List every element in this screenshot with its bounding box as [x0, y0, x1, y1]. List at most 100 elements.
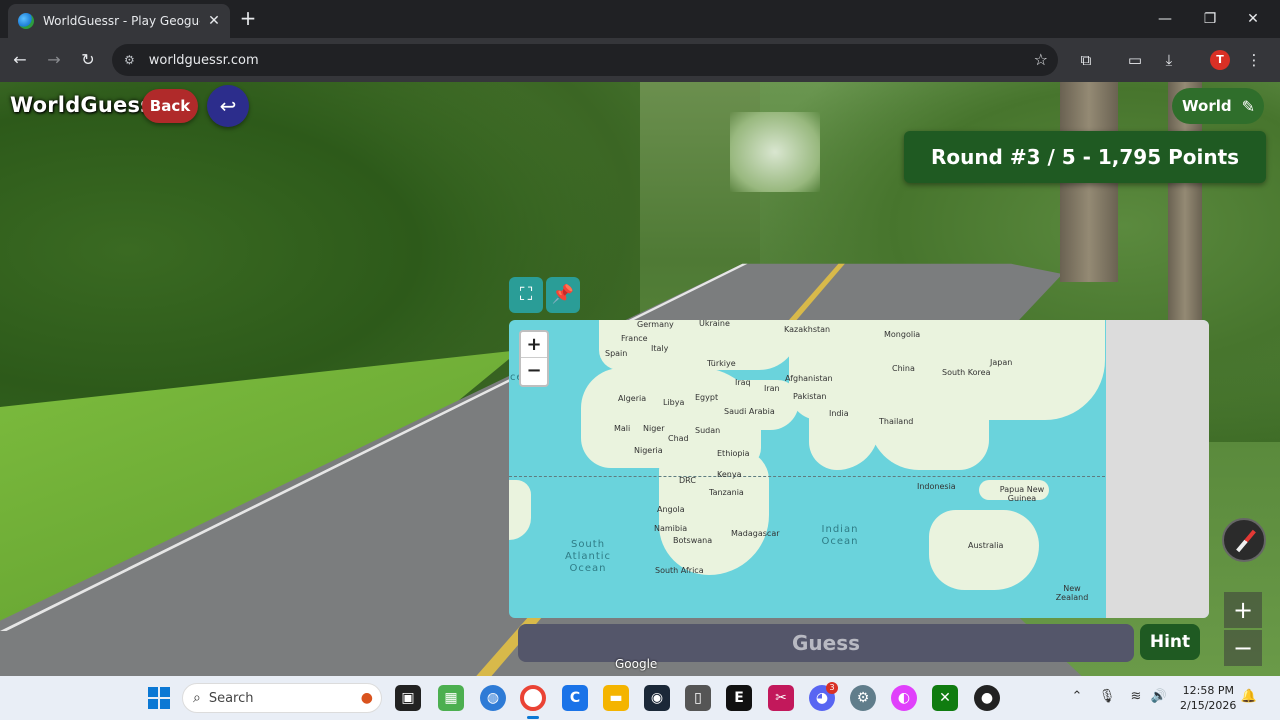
chrome-icon[interactable] — [520, 685, 546, 711]
country-label: Saudi Arabia — [724, 407, 775, 416]
country-label: Algeria — [618, 394, 647, 403]
country-label: Mali — [614, 424, 631, 433]
recording-app-icon[interactable]: ● — [974, 685, 1000, 711]
restore-button[interactable]: ❐ — [1195, 6, 1225, 32]
country-label: Angola — [657, 505, 685, 514]
globe-icon — [18, 13, 34, 29]
country-label: Türkiye — [707, 359, 736, 368]
browser-tab-bar: WorldGuessr - Play Geoguessr ✕ + — ❐ ✕ — [0, 0, 1280, 38]
windows-start-icon[interactable] — [148, 687, 170, 709]
active-app-indicator — [527, 716, 539, 719]
task-view-icon[interactable]: ▣ — [395, 685, 421, 711]
australia-land — [929, 510, 1039, 590]
compass-needle — [1236, 529, 1256, 553]
xbox-icon[interactable]: ✕ — [932, 685, 958, 711]
forward-arrow-icon[interactable]: → — [42, 48, 66, 72]
south-america-edge — [509, 480, 531, 540]
streetview-zoom-in-button[interactable]: + — [1224, 592, 1262, 628]
round-banner: Round #3 / 5 - 1,795 Points — [904, 131, 1266, 183]
clock-date: 2/15/2026 — [1180, 699, 1237, 712]
taskbar-search[interactable]: ⌕ Search ● — [182, 683, 382, 713]
ocean-label: South Atlantic Ocean — [564, 539, 612, 574]
cast-icon[interactable]: ▭ — [1123, 48, 1147, 72]
discord-badge: 3 — [826, 682, 838, 694]
country-label: Japan — [990, 358, 1013, 367]
sky-patch — [730, 112, 820, 192]
country-label: Spain — [605, 349, 628, 358]
arabia-land — [719, 380, 799, 430]
download-icon[interactable]: ⤓ — [1157, 48, 1181, 72]
close-window-button[interactable]: ✕ — [1238, 6, 1268, 32]
google-attribution: Google — [615, 657, 658, 671]
minimize-button[interactable]: — — [1150, 6, 1180, 32]
guess-button[interactable]: Guess — [518, 624, 1134, 662]
microphone-icon[interactable]: 🎙 — [1098, 689, 1116, 704]
country-label: Afghanistan — [785, 374, 833, 383]
extensions-icon[interactable]: ⧉ — [1074, 48, 1098, 72]
epic-games-icon[interactable]: E — [726, 685, 752, 711]
country-label: India — [829, 409, 849, 418]
volume-icon[interactable]: 🔊 — [1150, 689, 1168, 704]
country-label: Nigeria — [634, 446, 663, 455]
clock-time: 12:58 PM — [1182, 684, 1234, 697]
menu-kebab-icon[interactable]: ⋮ — [1242, 48, 1266, 72]
site-settings-icon[interactable]: ⚙ — [124, 53, 135, 67]
address-bar[interactable]: ⚙ worldguessr.com ☆ — [112, 44, 1058, 76]
wifi-icon[interactable]: ≋ — [1127, 689, 1145, 704]
guess-map[interactable]: Germany Ukraine Kazakhstan Mongolia Fran… — [509, 320, 1209, 618]
country-label: Ethiopia — [717, 449, 750, 458]
country-label: Indonesia — [917, 482, 956, 491]
country-label: Egypt — [695, 393, 719, 402]
country-label: Niger — [643, 424, 665, 433]
reload-icon[interactable]: ↻ — [76, 48, 100, 72]
world-label: World — [1182, 97, 1232, 115]
minecraft-icon[interactable]: ▦ — [438, 685, 464, 711]
file-explorer-icon[interactable]: ▬ — [603, 685, 629, 711]
country-label: Thailand — [879, 417, 914, 426]
copilot-icon[interactable]: C — [562, 685, 588, 711]
browser-tab[interactable]: WorldGuessr - Play Geoguessr ✕ — [8, 4, 230, 38]
fullscreen-map-button[interactable]: ⛶ — [509, 277, 543, 313]
country-label: Sudan — [695, 426, 721, 435]
country-label: Papua New Guinea — [999, 485, 1045, 503]
streetview-zoom-out-button[interactable]: − — [1224, 630, 1262, 666]
edge-icon[interactable]: ◍ — [480, 685, 506, 711]
back-button[interactable]: Back — [142, 89, 198, 123]
country-label: Germany — [637, 320, 674, 329]
steam-icon[interactable]: ◉ — [644, 685, 670, 711]
paint-app-icon[interactable]: ◐ — [891, 685, 917, 711]
taskbar-clock[interactable]: 12:58 PM 2/15/2026 — [1180, 683, 1237, 713]
notification-bell-icon[interactable]: 🔔 — [1240, 689, 1258, 704]
new-tab-button[interactable]: + — [238, 8, 258, 28]
hint-button[interactable]: Hint — [1140, 624, 1200, 660]
search-placeholder: Search — [208, 690, 254, 706]
country-label: Australia — [968, 541, 1004, 550]
country-label: Ukraine — [699, 320, 730, 328]
country-label: Mongolia — [884, 330, 921, 339]
map-grey-panel — [1106, 320, 1209, 618]
windows-taskbar: ⌕ Search ● ▣ ▦ ◍ C ▬ ◉ ▯ E ✂ ◕ 3 ⚙ ◐ ✕ ●… — [0, 676, 1280, 720]
return-to-start-button[interactable]: ↩ — [207, 85, 249, 127]
world-mode-button[interactable]: World ✎ — [1172, 88, 1264, 124]
snipping-tool-icon[interactable]: ✂ — [768, 685, 794, 711]
country-label: New Zealand — [1055, 584, 1089, 602]
map-zoom-in-button[interactable]: + — [521, 332, 547, 358]
back-arrow-icon[interactable]: ← — [8, 48, 32, 72]
equator-line — [509, 476, 1105, 477]
tab-close-icon[interactable]: ✕ — [206, 13, 222, 29]
tray-chevron-icon[interactable]: ⌃ — [1068, 689, 1086, 704]
country-label: Chad — [668, 434, 689, 443]
pin-map-button[interactable]: 📌 — [546, 277, 580, 313]
return-arrow-icon: ↩ — [219, 94, 237, 118]
profile-avatar[interactable]: T — [1210, 50, 1230, 70]
game-logo: WorldGuessr — [10, 93, 164, 117]
country-label: China — [892, 364, 915, 373]
mouse-icon[interactable]: ▯ — [685, 685, 711, 711]
search-highlight-icon: ● — [360, 690, 373, 706]
compass-icon[interactable] — [1222, 518, 1266, 562]
country-label: Botswana — [673, 536, 713, 545]
ocean-label: Indian Ocean — [821, 524, 859, 547]
bookmark-star-icon[interactable]: ☆ — [1034, 50, 1048, 69]
map-zoom-out-button[interactable]: − — [521, 358, 547, 384]
settings-gear-icon[interactable]: ⚙ — [850, 685, 876, 711]
